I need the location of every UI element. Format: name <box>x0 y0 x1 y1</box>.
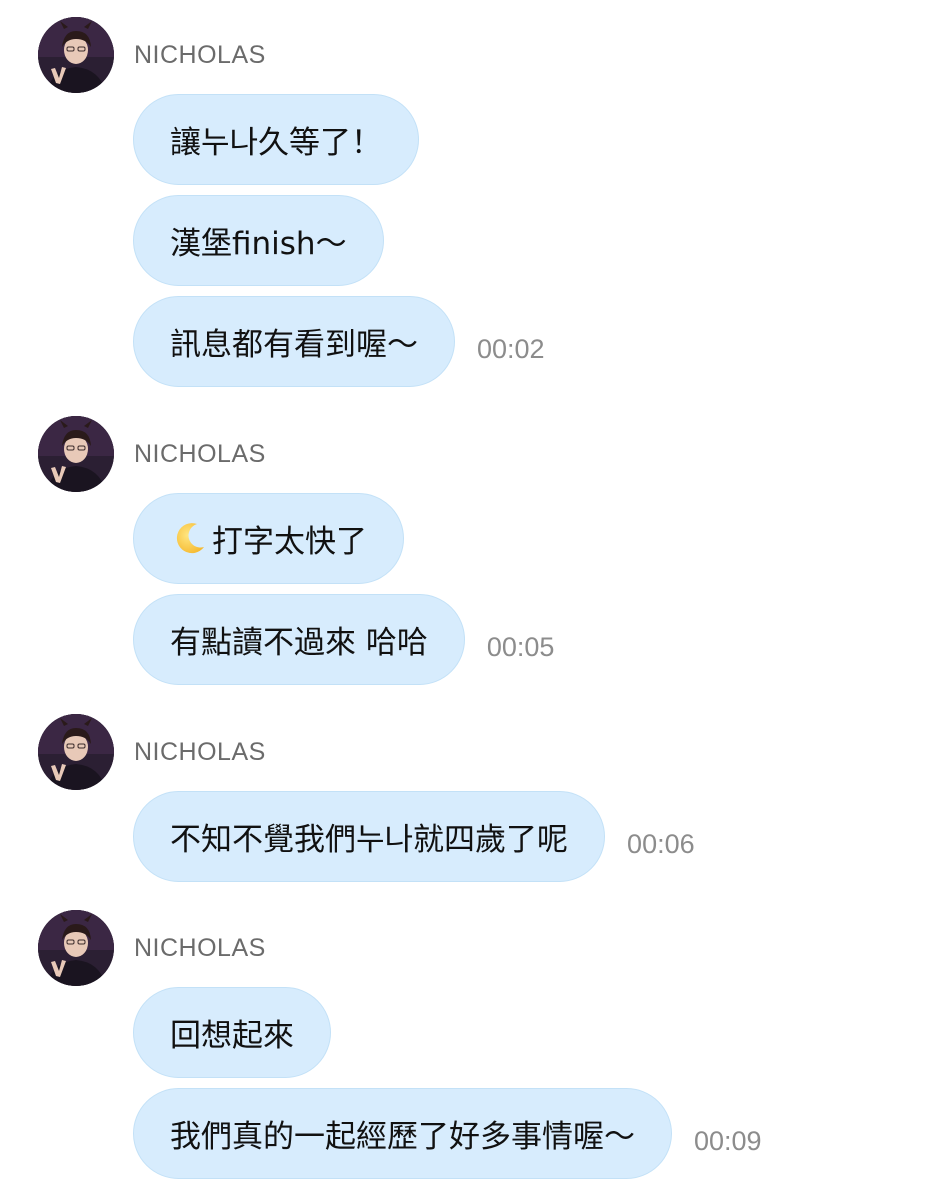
message-row: 讓누나久等了！ <box>133 94 420 185</box>
message-text: 打字太快了 <box>212 524 367 560</box>
message-timestamp: 00:05 <box>486 632 555 662</box>
message-row: 不知不覺我們누나就四歲了呢 00:06 <box>133 791 695 882</box>
message-row: 有點讀不過來 哈哈 00:05 <box>133 594 554 685</box>
message-bubble[interactable]: 有點讀不過來 哈哈 <box>133 594 465 685</box>
message-timestamp: 00:06 <box>627 829 695 859</box>
message-text: 有點讀不過來 哈哈 <box>170 625 428 661</box>
message-row: 漢堡finish～ <box>133 195 384 286</box>
avatar-image <box>38 17 114 93</box>
message-text: 訊息都有看到喔～ <box>170 327 418 363</box>
avatar-image <box>38 714 114 790</box>
message-bubble[interactable]: 漢堡finish～ <box>133 195 384 286</box>
avatar[interactable] <box>38 17 114 93</box>
message-bubble[interactable]: 訊息都有看到喔～ <box>133 296 455 387</box>
message-bubble[interactable]: 打字太快了 <box>133 493 404 584</box>
crescent-moon-icon <box>170 520 208 558</box>
message-timestamp: 00:09 <box>694 1126 762 1156</box>
sender-name: NICHOLAS <box>134 738 266 766</box>
message-bubble[interactable]: 讓누나久等了！ <box>133 94 420 185</box>
sender-name: NICHOLAS <box>134 41 266 69</box>
sender-name: NICHOLAS <box>134 934 266 962</box>
sender-name: NICHOLAS <box>134 440 266 468</box>
message-row: 回想起來 <box>133 987 331 1078</box>
message-text: 我們真的一起經歷了好多事情喔～ <box>170 1119 635 1155</box>
message-text: 不知不覺我們누나就四歲了呢 <box>170 822 569 858</box>
message-row: 我們真的一起經歷了好多事情喔～ 00:09 <box>133 1088 762 1179</box>
message-bubble[interactable]: 我們真的一起經歷了好多事情喔～ <box>133 1088 672 1179</box>
message-text: 讓누나久等了！ <box>170 125 383 161</box>
message-text: 漢堡finish～ <box>170 226 347 262</box>
avatar-image <box>38 910 114 986</box>
message-row: 訊息都有看到喔～ 00:02 <box>133 296 545 387</box>
message-text: 回想起來 <box>170 1018 294 1054</box>
avatar-image <box>38 416 114 492</box>
message-bubble[interactable]: 回想起來 <box>133 987 331 1078</box>
message-row: 打字太快了 <box>133 493 404 584</box>
avatar[interactable] <box>38 416 114 492</box>
message-bubble[interactable]: 不知不覺我們누나就四歲了呢 <box>133 791 606 882</box>
message-timestamp: 00:02 <box>477 334 545 364</box>
avatar[interactable] <box>38 910 114 986</box>
avatar[interactable] <box>38 714 114 790</box>
